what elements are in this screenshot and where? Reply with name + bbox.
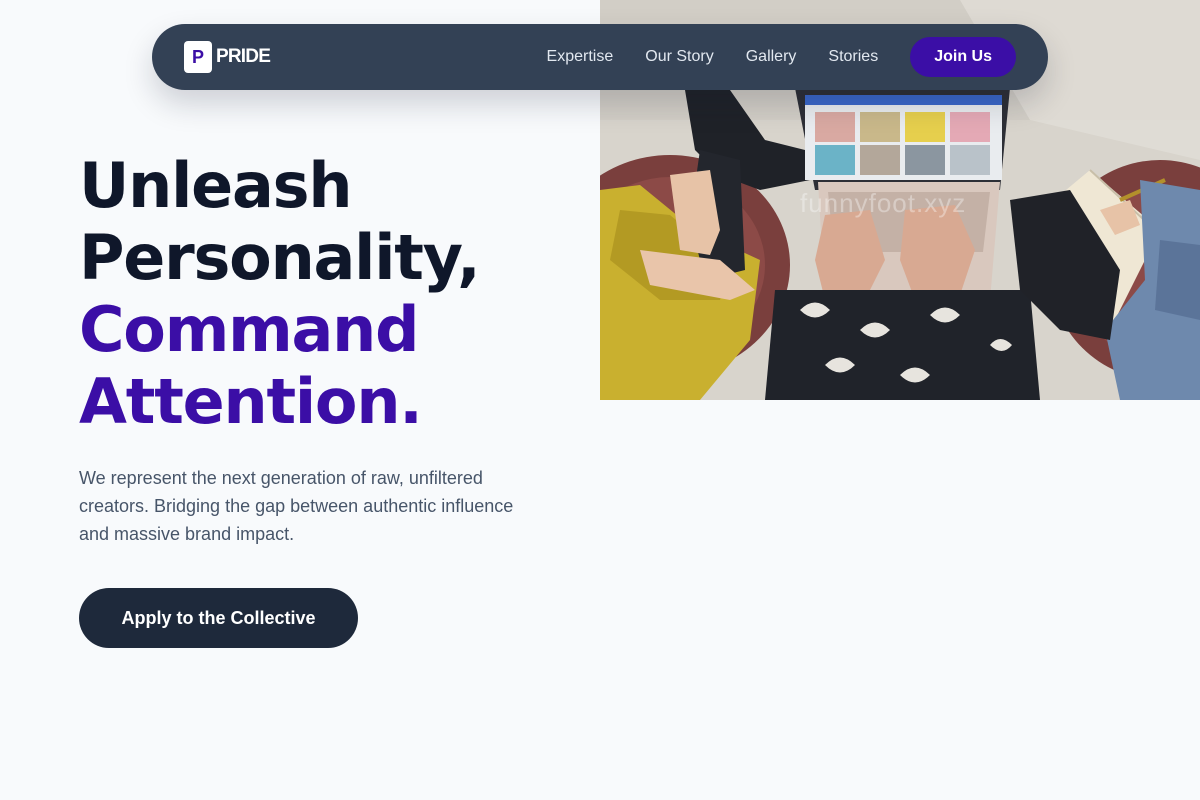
nav-links: Expertise Our Story Gallery Stories [547,48,879,66]
headline-line-1: Unleash [79,149,352,222]
brand-mark-icon: P [184,41,212,73]
brand-name: PRIDE [216,46,271,67]
headline-line-2: Personality, [79,221,481,294]
nav-link-expertise[interactable]: Expertise [547,48,614,66]
apply-to-collective-button[interactable]: Apply to the Collective [79,588,358,648]
hero-headline: Unleash Personality, Command Attention. [79,150,599,438]
nav-link-stories[interactable]: Stories [828,48,878,66]
nav-link-our-story[interactable]: Our Story [645,48,713,66]
headline-line-4: Attention. [79,365,423,438]
top-navbar: P PRIDE Expertise Our Story Gallery Stor… [152,24,1048,90]
headline-line-3: Command [79,293,419,366]
brand-logo[interactable]: P PRIDE [184,41,271,73]
join-us-button[interactable]: Join Us [910,37,1016,77]
image-watermark: funnyfoot.xyz [800,188,967,218]
nav-link-gallery[interactable]: Gallery [746,48,797,66]
hero-subtext: We represent the next generation of raw,… [79,468,514,544]
